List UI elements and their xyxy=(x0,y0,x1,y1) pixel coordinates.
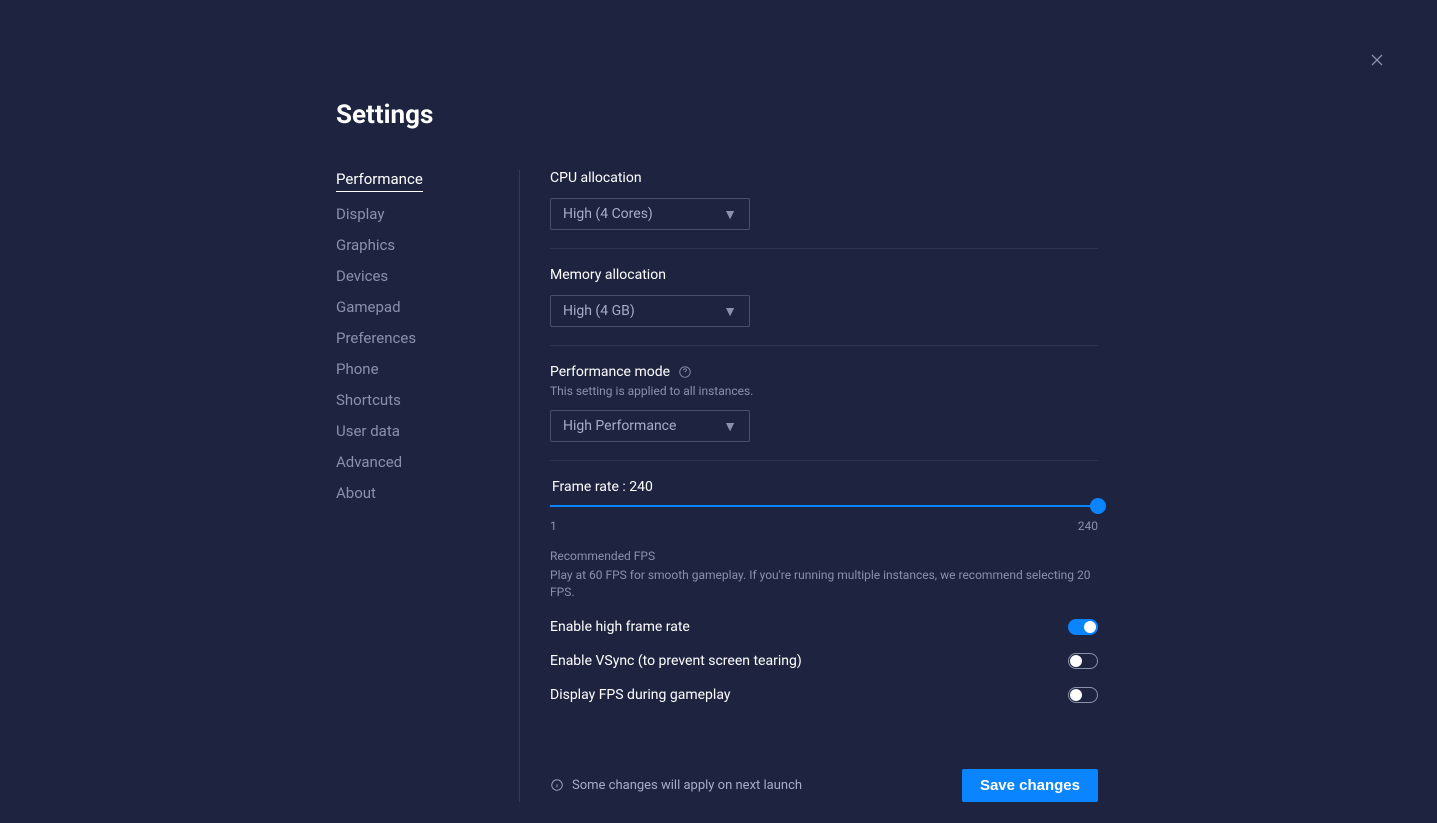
chevron-down-icon: ▼ xyxy=(723,303,737,320)
sidebar-item-graphics[interactable]: Graphics xyxy=(336,236,519,254)
enable-vsync-toggle[interactable] xyxy=(1068,653,1098,669)
sidebar-item-advanced[interactable]: Advanced xyxy=(336,453,519,471)
sidebar-item-gamepad[interactable]: Gamepad xyxy=(336,298,519,316)
slider-max: 240 xyxy=(1078,519,1098,533)
performance-mode-section: Performance mode This setting is applied… xyxy=(550,364,1098,461)
enable-vsync-row: Enable VSync (to prevent screen tearing) xyxy=(550,653,1098,669)
memory-allocation-section: Memory allocation High (4 GB) ▼ xyxy=(550,267,1098,346)
info-icon xyxy=(550,778,564,792)
memory-allocation-value: High (4 GB) xyxy=(563,303,635,319)
performance-mode-label: Performance mode xyxy=(550,364,670,380)
performance-mode-select[interactable]: High Performance ▼ xyxy=(550,410,750,442)
slider-thumb[interactable] xyxy=(1090,498,1106,514)
slider-range: 1 240 xyxy=(550,519,1098,533)
footer-note: Some changes will apply on next launch xyxy=(550,778,802,793)
recommended-fps-text: Play at 60 FPS for smooth gameplay. If y… xyxy=(550,567,1098,601)
cpu-allocation-section: CPU allocation High (4 Cores) ▼ xyxy=(550,170,1098,249)
display-fps-toggle[interactable] xyxy=(1068,687,1098,703)
footer-note-text: Some changes will apply on next launch xyxy=(572,778,802,793)
enable-high-frame-rate-toggle[interactable] xyxy=(1068,619,1098,635)
settings-sidebar: Performance Display Graphics Devices Gam… xyxy=(336,170,520,802)
enable-high-frame-rate-row: Enable high frame rate xyxy=(550,619,1098,635)
chevron-down-icon: ▼ xyxy=(723,418,737,435)
slider-min: 1 xyxy=(550,519,557,533)
frame-rate-slider[interactable] xyxy=(550,505,1098,507)
display-fps-label: Display FPS during gameplay xyxy=(550,687,730,703)
cpu-allocation-select[interactable]: High (4 Cores) ▼ xyxy=(550,198,750,230)
close-icon xyxy=(1367,50,1387,70)
sidebar-item-display[interactable]: Display xyxy=(336,205,519,223)
footer: Some changes will apply on next launch S… xyxy=(550,769,1098,802)
memory-allocation-label: Memory allocation xyxy=(550,267,1098,283)
sidebar-item-user-data[interactable]: User data xyxy=(336,422,519,440)
page-title: Settings xyxy=(336,100,1437,130)
frame-rate-label: Frame rate : 240 xyxy=(552,479,1098,495)
sidebar-item-preferences[interactable]: Preferences xyxy=(336,329,519,347)
help-icon[interactable] xyxy=(678,365,692,379)
performance-mode-value: High Performance xyxy=(563,418,676,434)
display-fps-row: Display FPS during gameplay xyxy=(550,687,1098,703)
sidebar-item-devices[interactable]: Devices xyxy=(336,267,519,285)
sidebar-item-performance[interactable]: Performance xyxy=(336,170,423,192)
chevron-down-icon: ▼ xyxy=(723,206,737,223)
sidebar-item-phone[interactable]: Phone xyxy=(336,360,519,378)
performance-mode-hint: This setting is applied to all instances… xyxy=(550,384,1098,398)
enable-high-frame-rate-label: Enable high frame rate xyxy=(550,619,690,635)
frame-rate-section: Frame rate : 240 1 240 Recommended FPS P… xyxy=(550,479,1098,721)
recommended-fps-title: Recommended FPS xyxy=(550,549,1098,563)
sidebar-item-about[interactable]: About xyxy=(336,484,519,502)
slider-track xyxy=(550,505,1098,507)
close-button[interactable] xyxy=(1367,50,1387,70)
enable-vsync-label: Enable VSync (to prevent screen tearing) xyxy=(550,653,802,669)
settings-content: CPU allocation High (4 Cores) ▼ Memory a… xyxy=(550,170,1098,802)
cpu-allocation-value: High (4 Cores) xyxy=(563,206,653,222)
cpu-allocation-label: CPU allocation xyxy=(550,170,1098,186)
sidebar-item-shortcuts[interactable]: Shortcuts xyxy=(336,391,519,409)
save-changes-button[interactable]: Save changes xyxy=(962,769,1098,802)
memory-allocation-select[interactable]: High (4 GB) ▼ xyxy=(550,295,750,327)
